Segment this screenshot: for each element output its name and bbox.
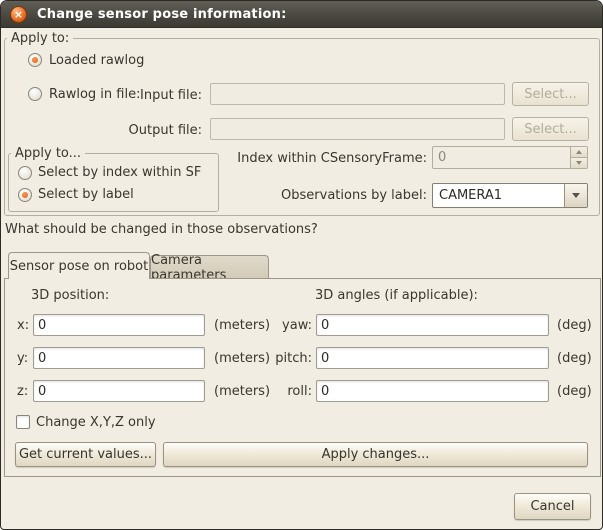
inner-apply-legend: Apply to... [11,146,85,161]
apply-frame-legend: Apply to: [7,31,73,46]
yaw-unit-label: (deg) [557,318,592,333]
yaw-label: yaw: [245,318,312,333]
radio-icon [28,87,42,101]
window-title: Change sensor pose information: [37,7,287,22]
spinner-up-button [571,147,587,157]
axis-z-label: z: [17,384,28,399]
output-file-field [210,118,505,140]
observations-label: Observations by label: [225,188,427,203]
tab-camera-parameters[interactable]: Camera parameters [150,255,269,279]
close-icon: × [14,9,23,20]
radio-label: Select by index within SF [38,165,201,180]
tab-sensor-pose[interactable]: Sensor pose on robot [8,252,150,279]
inner-apply-frame: Apply to... Select by index within SF Se… [8,153,219,212]
spinner-up-icon [576,150,582,154]
button-label: Select... [524,87,577,102]
roll-input[interactable] [316,380,549,402]
apply-frame: Apply to: Loaded rawlog Rawlog in file: … [4,38,600,216]
select-input-file-button: Select... [512,82,589,106]
angles-header: 3D angles (if applicable): [315,288,478,303]
button-label: Select... [524,122,577,137]
tab-label: Sensor pose on robot [10,259,148,274]
x-input[interactable] [33,314,205,336]
spinner-down-icon [576,161,582,165]
input-file-label: Input file: [115,88,202,103]
radio-icon [18,188,32,202]
radio-select-by-index[interactable]: Select by index within SF [18,165,208,181]
spinner-down-button [571,157,587,168]
cancel-button[interactable]: Cancel [514,493,591,520]
radio-icon [18,166,32,180]
apply-changes-button[interactable]: Apply changes... [163,442,588,467]
roll-unit-label: (deg) [557,384,592,399]
checkbox-icon [16,415,30,429]
pitch-input[interactable] [316,347,549,369]
radio-icon [28,53,42,67]
yaw-input[interactable] [316,314,549,336]
axis-y-label: y: [17,351,28,366]
y-input[interactable] [33,347,205,369]
index-spinner: 0 [432,146,588,169]
output-file-label: Output file: [115,123,202,138]
spinner-buttons [570,147,587,168]
observations-combobox[interactable]: CAMERA1 [432,183,588,208]
z-input[interactable] [33,380,205,402]
radio-label: Select by label [38,187,134,202]
position-header: 3D position: [31,288,109,303]
dropdown-arrow-icon [572,193,580,198]
radio-select-by-label[interactable]: Select by label [18,187,208,203]
combobox-dropdown-button[interactable] [564,184,587,207]
roll-label: roll: [245,384,312,399]
button-label: Get current values... [19,447,152,462]
radio-loaded-rawlog[interactable]: Loaded rawlog [28,53,228,69]
dialog-window: × Change sensor pose information: Apply … [0,0,603,530]
button-label: Apply changes... [322,447,430,462]
tab-panel: 3D position: 3D angles (if applicable): … [4,278,601,477]
pitch-unit-label: (deg) [557,351,592,366]
checkbox-label: Change X,Y,Z only [36,415,156,430]
close-button[interactable]: × [10,6,27,23]
select-output-file-button: Select... [512,117,589,141]
index-within-sf-label: Index within CSensoryFrame: [225,151,427,166]
radio-label: Loaded rawlog [49,53,144,68]
combobox-value: CAMERA1 [433,184,564,207]
titlebar[interactable]: × Change sensor pose information: [1,1,602,28]
axis-x-label: x: [17,318,29,333]
question-label: What should be changed in those observat… [5,222,318,237]
button-label: Cancel [530,499,574,514]
get-current-values-button[interactable]: Get current values... [15,442,156,467]
input-file-field [210,83,505,105]
change-xyz-checkbox[interactable]: Change X,Y,Z only [16,415,216,431]
spinner-value: 0 [433,147,570,168]
pitch-label: pitch: [245,351,312,366]
